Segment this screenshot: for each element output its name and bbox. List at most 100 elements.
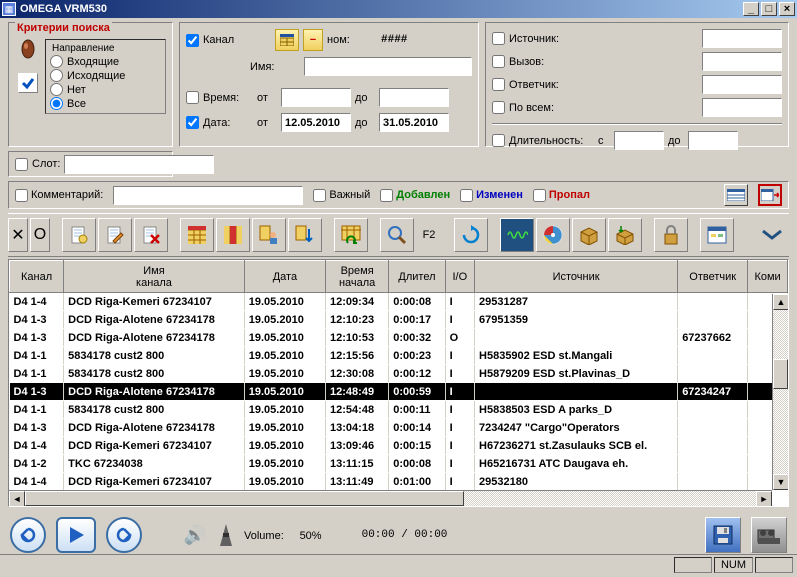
time-from-input[interactable] — [281, 88, 351, 107]
comment-checkbox[interactable] — [15, 189, 28, 202]
answer-input[interactable] — [702, 75, 782, 94]
answer-checkbox[interactable] — [492, 78, 505, 91]
source-panel: Источник: Вызов: Ответчик: По всем: Длит… — [485, 22, 789, 147]
date-label: Дата: — [203, 117, 253, 129]
nom-label: ном: — [327, 34, 377, 46]
direction-label: Направление — [50, 43, 116, 54]
column-header[interactable]: Длител — [389, 261, 445, 293]
radio-all[interactable]: Все — [50, 97, 161, 110]
changed-checkbox[interactable] — [460, 189, 473, 202]
prev-button[interactable] — [10, 517, 46, 553]
duration-to-input[interactable] — [688, 131, 738, 150]
toggle-o-button[interactable]: O — [30, 218, 50, 252]
channel-remove-button[interactable]: − — [303, 29, 323, 51]
doc-open-button[interactable] — [62, 218, 96, 252]
window-title: OMEGA VRM530 — [20, 3, 741, 15]
minimize-button[interactable]: _ — [743, 2, 759, 16]
all-input[interactable] — [702, 98, 782, 117]
slot-checkbox[interactable] — [15, 158, 28, 171]
date-to-input[interactable] — [379, 113, 449, 132]
window-button[interactable] — [700, 218, 734, 252]
grid-user-button[interactable] — [252, 218, 286, 252]
status-num: NUM — [714, 557, 753, 573]
call-input[interactable] — [702, 52, 782, 71]
close-x-button[interactable]: ✕ — [8, 218, 28, 252]
grid-sort-button[interactable] — [288, 218, 322, 252]
criteria-legend: Критерии поиска — [15, 22, 112, 34]
table-row[interactable]: D4 1-4DCD Riga-Kemeri 6723410719.05.2010… — [10, 473, 788, 491]
table-row[interactable]: D4 1-4DCD Riga-Kemeri 6723410719.05.2010… — [10, 437, 788, 455]
doc-edit-button[interactable] — [98, 218, 132, 252]
table-row[interactable]: D4 1-3DCD Riga-Alotene 6723417819.05.201… — [10, 329, 788, 347]
table-row[interactable]: D4 1-15834178 cust2 80019.05.201012:15:5… — [10, 347, 788, 365]
added-checkbox[interactable] — [380, 189, 393, 202]
table-row[interactable]: D4 1-4DCD Riga-Kemeri 6723410719.05.2010… — [10, 293, 788, 311]
call-checkbox[interactable] — [492, 55, 505, 68]
package-button[interactable] — [572, 218, 606, 252]
camera-button[interactable] — [751, 517, 787, 553]
grid-columns-button[interactable] — [216, 218, 250, 252]
duration-from-input[interactable] — [614, 131, 664, 150]
column-header[interactable]: I/O — [445, 261, 474, 293]
column-header[interactable]: Времяначала — [326, 261, 389, 293]
column-header[interactable]: Дата — [244, 261, 325, 293]
time-checkbox[interactable] — [186, 91, 199, 104]
source-input[interactable] — [702, 29, 782, 48]
package-open-button[interactable] — [608, 218, 642, 252]
play-button[interactable] — [56, 517, 96, 553]
expand-icon[interactable] — [755, 218, 789, 252]
table-row[interactable]: D4 1-2TKC 6723403819.05.201013:11:150:00… — [10, 455, 788, 473]
view-arrow-button[interactable] — [758, 184, 782, 206]
radio-none[interactable]: Нет — [50, 83, 161, 96]
comment-input[interactable] — [113, 186, 303, 205]
date-checkbox[interactable] — [186, 116, 199, 129]
column-header[interactable]: Источник — [475, 261, 678, 293]
table-row[interactable]: D4 1-3DCD Riga-Alotene 6723417819.05.201… — [10, 311, 788, 329]
lock-button[interactable] — [654, 218, 688, 252]
important-checkbox[interactable] — [313, 189, 326, 202]
table-row[interactable]: D4 1-15834178 cust2 80019.05.201012:30:0… — [10, 365, 788, 383]
next-button[interactable] — [106, 517, 142, 553]
column-header[interactable]: Ответчик — [678, 261, 748, 293]
deleted-checkbox[interactable] — [533, 189, 546, 202]
time-to-input[interactable] — [379, 88, 449, 107]
time-display: 00:00 / 00:00 — [362, 529, 448, 541]
filter-panel: Канал − ном: #### Имя: Время: от до — [179, 22, 479, 147]
direction-group: Направление Входящие Исходящие Нет Все — [45, 39, 166, 114]
radio-outgoing[interactable]: Исходящие — [50, 69, 161, 82]
horizontal-scrollbar[interactable]: ◄ ► — [9, 490, 772, 506]
maximize-button[interactable]: □ — [761, 2, 777, 16]
column-header[interactable]: Коми — [748, 261, 788, 293]
disc-button[interactable] — [536, 218, 570, 252]
grid-refresh-button[interactable] — [334, 218, 368, 252]
status-cell-3 — [755, 557, 793, 573]
view-list-button[interactable] — [724, 184, 748, 206]
close-button[interactable]: × — [779, 2, 795, 16]
channel-label: Канал — [203, 34, 253, 46]
channel-grid-button[interactable] — [275, 29, 299, 51]
all-checkbox[interactable] — [492, 101, 505, 114]
save-disk-button[interactable] — [705, 517, 741, 553]
name-input[interactable] — [304, 57, 472, 76]
refresh-button[interactable] — [454, 218, 488, 252]
slot-input[interactable] — [64, 155, 214, 174]
doc-delete-button[interactable] — [134, 218, 168, 252]
volume-slider-icon[interactable] — [218, 522, 234, 548]
duration-checkbox[interactable] — [492, 134, 505, 147]
check-icon[interactable] — [18, 73, 38, 93]
column-header[interactable]: Имяканала — [64, 261, 245, 293]
source-checkbox[interactable] — [492, 32, 505, 45]
table-row[interactable]: D4 1-15834178 cust2 80019.05.201012:54:4… — [10, 401, 788, 419]
channel-checkbox[interactable] — [186, 34, 199, 47]
column-header[interactable]: Канал — [10, 261, 64, 293]
vertical-scrollbar[interactable]: ▲ ▼ — [772, 294, 788, 490]
date-from-input[interactable] — [281, 113, 351, 132]
table-row[interactable]: D4 1-3DCD Riga-Alotene 6723417819.05.201… — [10, 383, 788, 401]
grid-button[interactable] — [180, 218, 214, 252]
radio-incoming[interactable]: Входящие — [50, 55, 161, 68]
wave-button[interactable] — [500, 218, 534, 252]
criteria-panel: Критерии поиска Направление Входящие Исх… — [8, 22, 173, 147]
table-row[interactable]: D4 1-3DCD Riga-Alotene 6723417819.05.201… — [10, 419, 788, 437]
search-button[interactable] — [380, 218, 414, 252]
records-table: КаналИмяканалаДатаВремяначалаДлителI/OИс… — [8, 259, 789, 507]
